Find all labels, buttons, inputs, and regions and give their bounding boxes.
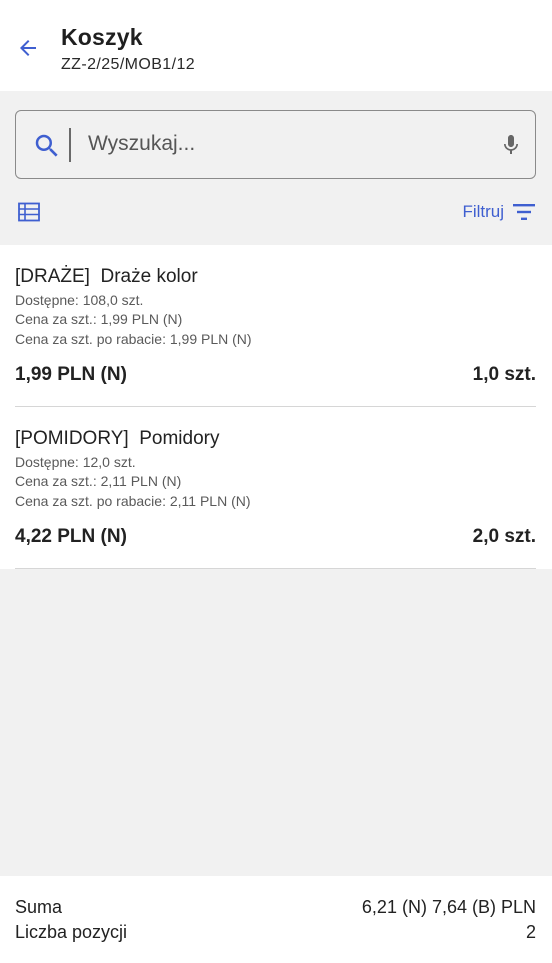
search-icon (35, 134, 58, 157)
item-name: [POMIDORY] Pomidory (15, 428, 220, 449)
filter-label: Filtruj (462, 202, 504, 221)
item-total: 1,99 PLN (N) (15, 364, 127, 385)
list-item[interactable]: [DRAŻE] Draże kolor Dostępne: 108,0 szt.… (15, 245, 536, 407)
back-button[interactable] (12, 32, 44, 64)
item-available: Dostępne: 108,0 szt. (15, 292, 144, 308)
app-header: Koszyk ZZ-2/25/MOB1/12 (0, 0, 552, 91)
item-total: 4,22 PLN (N) (15, 526, 127, 547)
filter-icon (513, 204, 535, 220)
table-view-icon[interactable] (18, 202, 40, 222)
search-input[interactable] (88, 111, 488, 177)
search-toolbar: Filtruj (0, 91, 552, 245)
item-quantity: 2,0 szt. (472, 526, 536, 547)
page-title: Koszyk (61, 24, 143, 50)
microphone-icon[interactable] (499, 132, 523, 158)
count-value: 2 (525, 922, 536, 942)
summary-footer: Suma 6,21 (N) 7,64 (B) PLN Liczba pozycj… (0, 876, 552, 963)
item-quantity: 1,0 szt. (472, 364, 536, 385)
document-number: ZZ-2/25/MOB1/12 (61, 56, 196, 73)
item-name: [DRAŻE] Draże kolor (15, 266, 198, 287)
empty-list-area (0, 569, 552, 876)
item-unit-price: Cena za szt.: 1,99 PLN (N) (15, 311, 183, 327)
item-discount-price: Cena za szt. po rabacie: 1,99 PLN (N) (15, 331, 252, 347)
search-divider (69, 128, 71, 162)
sum-value: 6,21 (N) 7,64 (B) PLN (361, 897, 536, 917)
search-box (15, 110, 536, 179)
count-label: Liczba pozycji (15, 922, 128, 942)
sum-label: Suma (15, 897, 63, 917)
item-discount-price: Cena za szt. po rabacie: 2,11 PLN (N) (15, 493, 251, 509)
filter-button[interactable]: Filtruj (462, 198, 536, 226)
arrow-left-icon (20, 40, 36, 56)
list-item[interactable]: [POMIDORY] Pomidory Dostępne: 12,0 szt. … (15, 407, 536, 569)
item-available: Dostępne: 12,0 szt. (15, 454, 136, 470)
item-unit-price: Cena za szt.: 2,11 PLN (N) (15, 473, 182, 489)
